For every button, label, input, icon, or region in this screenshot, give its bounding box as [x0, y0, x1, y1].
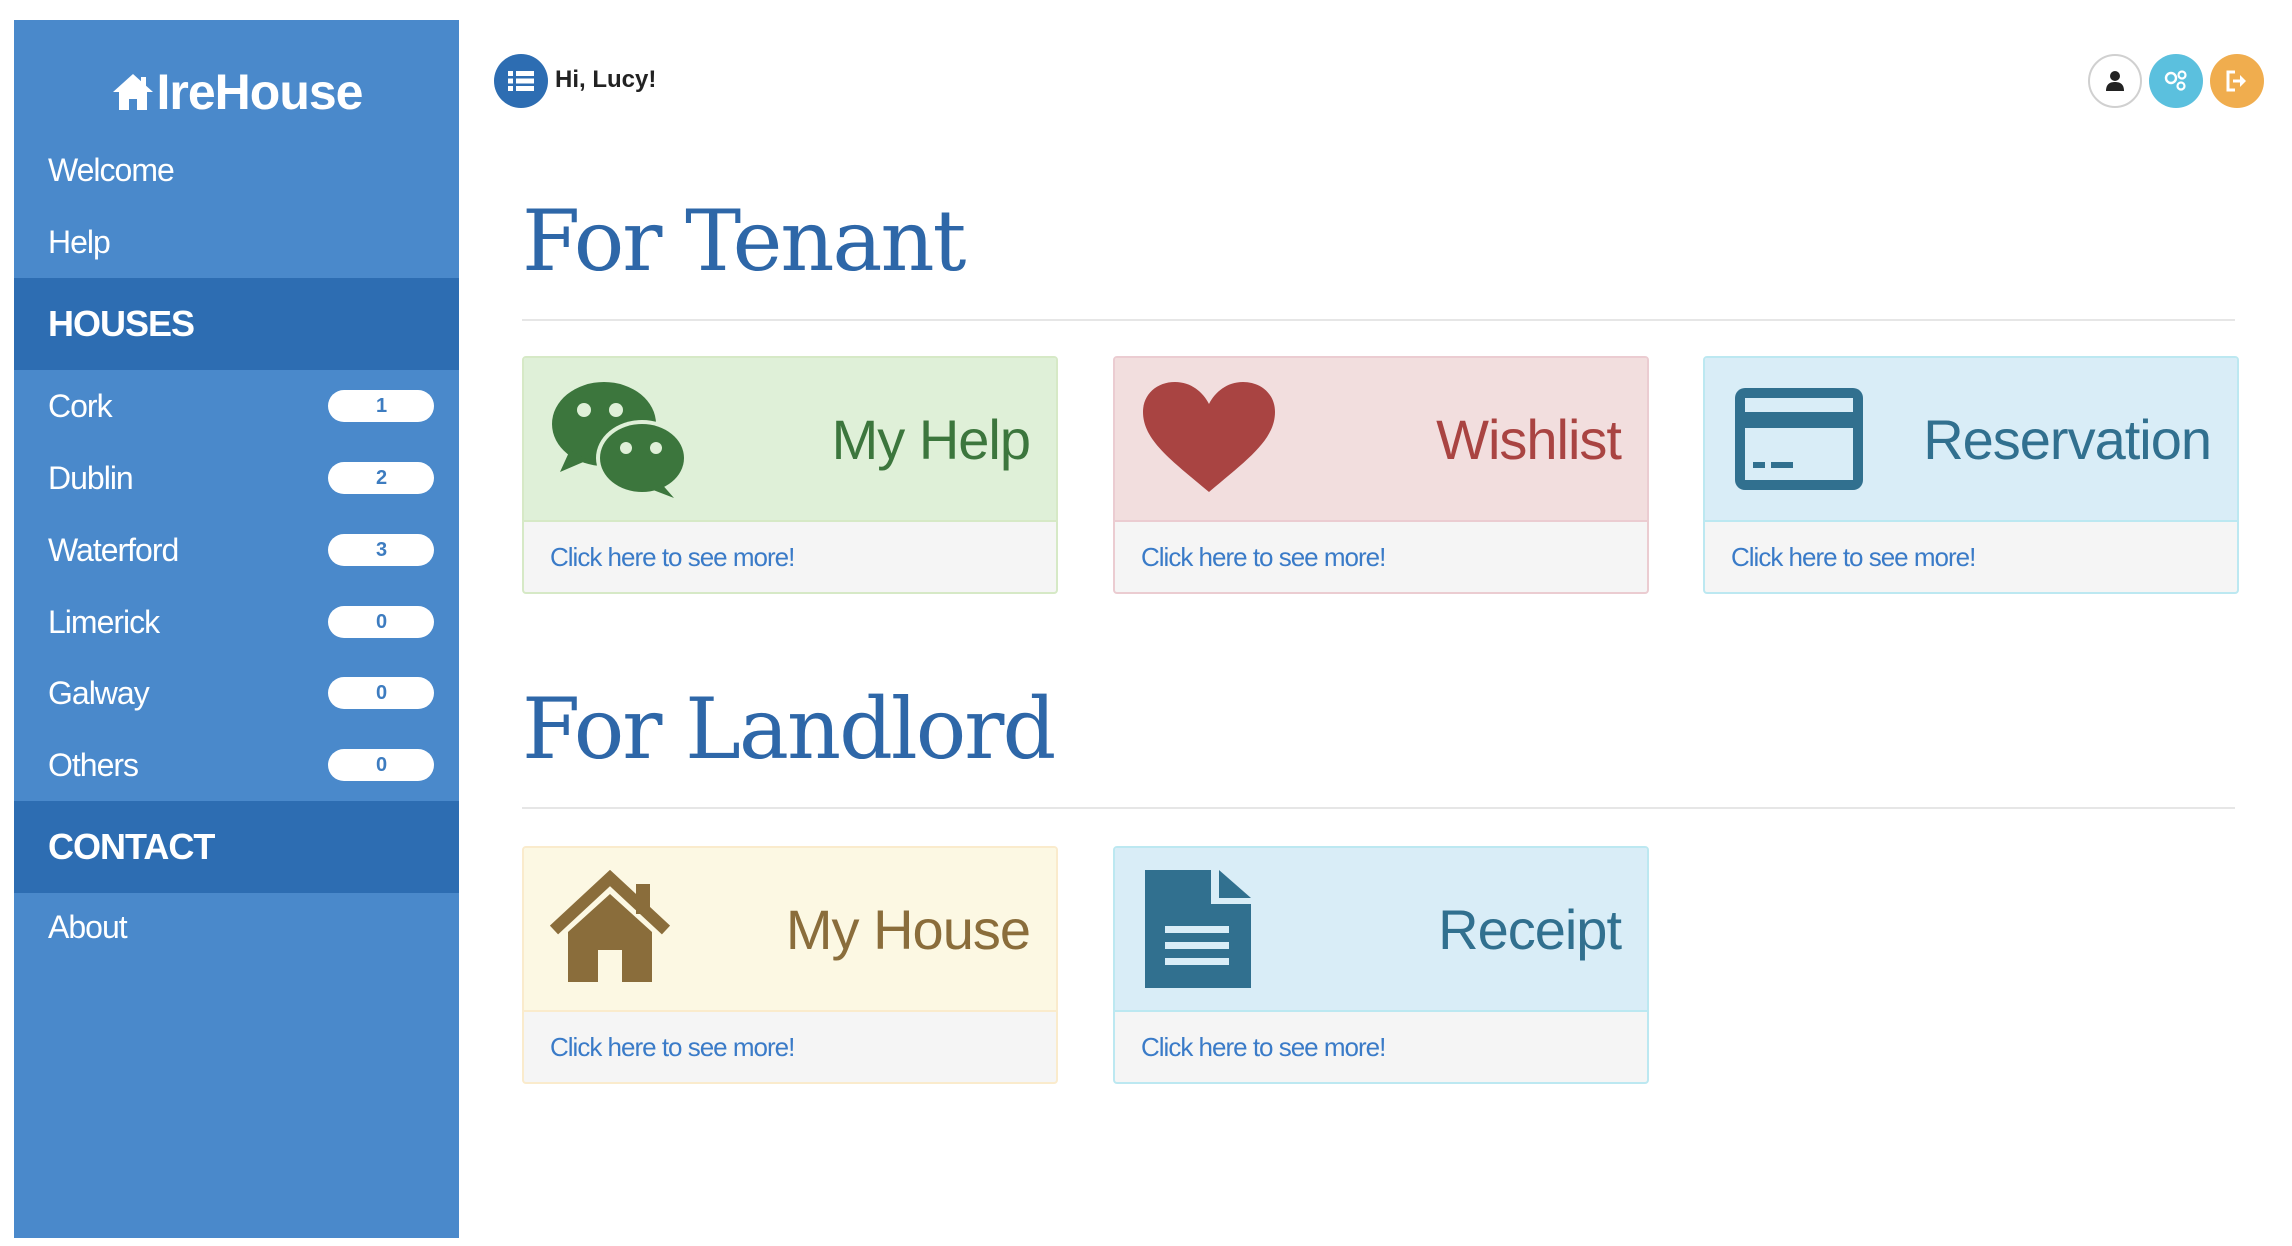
see-more-link[interactable]: Click here to see more!: [1141, 1022, 1386, 1072]
sidebar-item-waterford[interactable]: Waterford 3: [14, 520, 459, 580]
list-icon: [508, 71, 534, 91]
menu-toggle-button[interactable]: [494, 54, 548, 108]
see-more-link[interactable]: Click here to see more!: [1731, 532, 1976, 582]
contact-section-header: CONTACT: [14, 801, 459, 893]
logout-button[interactable]: [2210, 54, 2264, 108]
houses-section-header: HOUSES: [14, 278, 459, 370]
count-badge: 1: [328, 390, 434, 422]
see-more-link[interactable]: Click here to see more!: [550, 1022, 795, 1072]
see-more-link[interactable]: Click here to see more!: [1141, 532, 1386, 582]
my-house-card[interactable]: My House Click here to see more!: [522, 846, 1058, 1084]
card-header: Receipt: [1115, 848, 1647, 1012]
card-title: Receipt: [1438, 898, 1622, 961]
credit-card-icon: [1735, 388, 1863, 490]
sidebar-item-label: Galway: [48, 674, 150, 711]
sidebar-item-label: Welcome: [48, 151, 175, 188]
sidebar-item-cork[interactable]: Cork 1: [14, 376, 459, 436]
wishlist-card[interactable]: Wishlist Click here to see more!: [1113, 356, 1649, 594]
section-header-label: CONTACT: [48, 826, 215, 867]
sidebar-item-label: Help: [48, 223, 111, 260]
divider: [522, 807, 2235, 809]
card-header: Reservation: [1705, 358, 2237, 522]
share-button[interactable]: [2149, 54, 2203, 108]
sidebar-item-label: Dublin: [48, 459, 134, 496]
brand-name: IreHouse: [156, 64, 364, 120]
document-icon: [1145, 870, 1251, 988]
sidebar-item-galway[interactable]: Galway 0: [14, 663, 459, 723]
card-header: My House: [524, 848, 1056, 1012]
share-icon: [2164, 70, 2187, 91]
logout-icon: [2226, 70, 2246, 92]
house-icon: [550, 870, 671, 982]
sidebar: IreHouse Welcome Help HOUSES Cork 1 Dubl…: [14, 20, 459, 1238]
sidebar-item-limerick[interactable]: Limerick 0: [14, 592, 459, 652]
sidebar-item-welcome[interactable]: Welcome: [14, 140, 459, 200]
card-title: My Help: [831, 408, 1031, 471]
card-title: My House: [785, 898, 1031, 961]
receipt-card[interactable]: Receipt Click here to see more!: [1113, 846, 1649, 1084]
card-header: My Help: [524, 358, 1056, 522]
sidebar-item-label: Waterford: [48, 531, 179, 568]
brand-logo[interactable]: IreHouse: [14, 42, 459, 142]
divider: [522, 319, 2235, 321]
sidebar-item-label: Limerick: [48, 603, 160, 640]
user-icon: [2106, 71, 2124, 91]
sidebar-item-label: Cork: [48, 387, 113, 424]
sidebar-item-label: Others: [48, 746, 139, 783]
reservation-card[interactable]: Reservation Click here to see more!: [1703, 356, 2239, 594]
section-header-label: HOUSES: [48, 303, 195, 344]
home-icon: [112, 74, 153, 110]
wechat-icon: [552, 382, 686, 498]
count-badge: 0: [328, 606, 434, 638]
profile-button[interactable]: [2088, 54, 2142, 108]
sidebar-item-about[interactable]: About: [14, 897, 459, 957]
sidebar-item-label: About: [48, 908, 128, 945]
my-help-card[interactable]: My Help Click here to see more!: [522, 356, 1058, 594]
landlord-section-title: For Landlord: [522, 680, 1056, 778]
heart-icon: [1143, 382, 1275, 492]
sidebar-item-others[interactable]: Others 0: [14, 735, 459, 795]
count-badge: 0: [328, 677, 434, 709]
sidebar-item-help[interactable]: Help: [14, 212, 459, 272]
count-badge: 3: [328, 534, 434, 566]
tenant-section-title: For Tenant: [522, 192, 966, 290]
user-greeting: Hi, Lucy!: [555, 66, 657, 93]
see-more-link[interactable]: Click here to see more!: [550, 532, 795, 582]
count-badge: 2: [328, 462, 434, 494]
sidebar-item-dublin[interactable]: Dublin 2: [14, 448, 459, 508]
card-title: Wishlist: [1436, 408, 1622, 471]
count-badge: 0: [328, 749, 434, 781]
card-title: Reservation: [1923, 408, 2212, 471]
card-header: Wishlist: [1115, 358, 1647, 522]
